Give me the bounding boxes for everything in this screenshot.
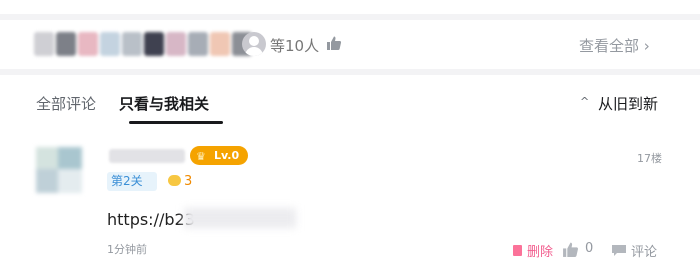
likes-count-text: 等10人 [270, 37, 320, 55]
comment-text-blurred [184, 208, 296, 228]
commenter-name-blurred[interactable] [109, 149, 185, 163]
like-count: 0 [585, 241, 594, 256]
floor-number: 17楼 [637, 152, 662, 165]
coin-count: 3 [184, 174, 193, 189]
liker-avatars-blurred[interactable] [34, 32, 270, 56]
tab-all-comments[interactable]: 全部评论 [36, 93, 96, 114]
comment-link-text[interactable]: https://b23 [107, 210, 195, 229]
sort-order-toggle[interactable]: 从旧到新 [598, 93, 658, 114]
reply-button[interactable]: 评论 [631, 241, 657, 260]
reply-icon[interactable] [611, 244, 627, 257]
coin-icon [168, 175, 181, 186]
active-tab-indicator [129, 121, 223, 124]
likes-row[interactable]: 等10人 查看全部 › [30, 26, 670, 64]
level-tag: 第2关 [107, 172, 157, 191]
thumb-up-icon[interactable] [562, 241, 579, 258]
thumb-up-icon [327, 36, 342, 50]
delete-button[interactable]: 删除 [527, 241, 553, 260]
commenter-avatar[interactable] [36, 147, 82, 193]
top-divider [0, 14, 700, 20]
comment-time: 1分钟前 [107, 243, 147, 256]
avatar-icon[interactable] [242, 32, 266, 56]
section-divider [0, 69, 700, 75]
view-all-likes-link[interactable]: 查看全部 › [579, 35, 650, 56]
tab-related-to-me[interactable]: 只看与我相关 [119, 93, 209, 114]
crown-icon: ♛ [196, 150, 206, 163]
sort-arrow-icon[interactable]: ^ [580, 95, 589, 108]
trash-icon[interactable] [513, 245, 522, 256]
